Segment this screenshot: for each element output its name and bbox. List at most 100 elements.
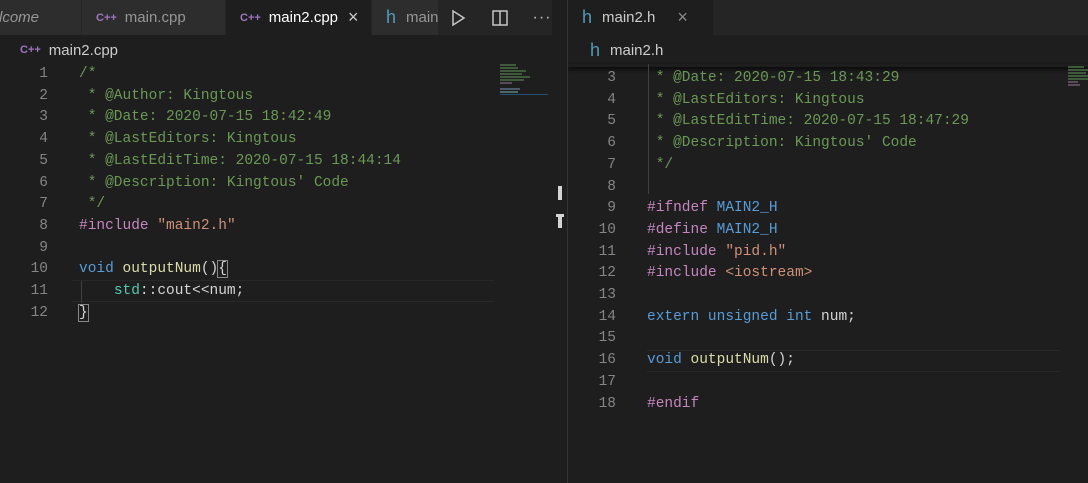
code-text: * @Description: Kingtous' Code (79, 173, 349, 195)
code-token: outputNum (690, 352, 769, 369)
code-line[interactable]: 10 void outputNum(){ (0, 259, 552, 281)
code-text: #include "main2.h" (79, 216, 236, 238)
split-editor-icon[interactable] (490, 8, 510, 28)
code-line[interactable]: 17 (568, 372, 1088, 394)
tab-label: main.cpp (124, 9, 186, 26)
run-icon[interactable] (448, 8, 468, 28)
code-line[interactable]: 16 void outputNum(); (568, 350, 1088, 372)
line-number: 4 (39, 131, 48, 148)
line-number: 5 (39, 152, 48, 169)
line-number: 12 (30, 304, 48, 321)
code-line[interactable]: 11 std::cout<<num; (0, 281, 552, 303)
minimap[interactable] (500, 64, 548, 96)
tab-main2-h[interactable]: h main2.h × (568, 0, 714, 35)
more-actions-icon[interactable]: ··· (532, 8, 552, 28)
code-text: */ (79, 194, 105, 216)
code-text: extern unsigned int num; (647, 307, 856, 329)
code-line[interactable]: 14 extern unsigned int num; (568, 307, 1088, 329)
code-line[interactable]: 2 * @Author: Kingtous (0, 86, 552, 108)
left-editor-group: lcome C++ main.cpp C++ main2.cpp × h mai… (0, 0, 552, 483)
code-token: #ifndef (647, 200, 717, 217)
code-text: std::cout<<num; (79, 281, 245, 303)
line-number: 9 (39, 239, 48, 256)
code-line[interactable]: 7 */ (568, 155, 1088, 177)
tab-main-cpp[interactable]: C++ main.cpp (82, 0, 226, 35)
code-token: * @LastEditors: Kingtous (79, 131, 297, 148)
code-line[interactable]: 13 (568, 285, 1088, 307)
line-number: 7 (39, 196, 48, 213)
code-token: #include (647, 243, 726, 260)
code-editor[interactable]: 3 * @Date: 2020-07-15 18:43:29 4 * @LastE… (568, 64, 1088, 483)
line-number: 10 (30, 261, 48, 278)
code-token: ::cout<<num; (139, 283, 245, 299)
code-line[interactable]: 9 (0, 238, 552, 260)
code-text: * @Description: Kingtous' Code (647, 133, 917, 155)
breadcrumb: h main2.h (568, 35, 1088, 65)
code-token: num; (812, 308, 856, 325)
line-number: 2 (39, 87, 48, 104)
code-line[interactable]: 1 /* (0, 64, 552, 86)
code-line[interactable]: 4 * @LastEditors: Kingtous (568, 90, 1088, 112)
code-line[interactable]: 3 * @Date: 2020-07-15 18:43:29 (568, 68, 1088, 90)
code-line[interactable]: 9 #ifndef MAIN2_H (568, 198, 1088, 220)
code-token: std (113, 283, 140, 299)
code-editor[interactable]: 1/* 2 * @Author: Kingtous 3 * @Date: 2020-… (0, 64, 552, 483)
code-token: #include (79, 217, 158, 234)
code-token: () (200, 261, 219, 278)
code-token: unsigned (707, 308, 778, 325)
close-icon[interactable]: × (348, 7, 359, 28)
header-file-icon: h (582, 7, 593, 27)
code-line[interactable]: 4 * @LastEditors: Kingtous (0, 129, 552, 151)
close-icon[interactable]: × (677, 7, 688, 28)
line-number: 7 (607, 156, 616, 173)
line-number: 18 (598, 395, 616, 412)
code-text: void outputNum(){ (79, 259, 228, 281)
line-number: 14 (598, 308, 616, 325)
breadcrumb-label[interactable]: main2.h (610, 42, 663, 59)
line-number: 16 (598, 352, 616, 369)
code-line[interactable]: 3 * @Date: 2020-07-15 18:42:49 (0, 107, 552, 129)
code-token: "pid.h" (725, 243, 787, 260)
code-token: * @LastEditTime: 2020-07-15 18:47:29 (647, 113, 969, 130)
code-token: * @LastEditors: Kingtous (647, 91, 865, 108)
split-sash[interactable] (552, 0, 568, 483)
tab-label: main2.cpp (268, 9, 339, 26)
tab-main2-cpp[interactable]: C++ main2.cpp × (226, 0, 372, 35)
code-line[interactable]: 12 #include <iostream> (568, 263, 1088, 285)
line-number: 6 (39, 174, 48, 191)
code-text: #endif (647, 394, 699, 416)
code-token: void (647, 352, 682, 369)
code-text: #include "pid.h" (647, 242, 786, 264)
code-line[interactable]: 5 * @LastEditTime: 2020-07-15 18:47:29 (568, 111, 1088, 133)
code-token: */ (647, 156, 674, 173)
line-number: 9 (607, 200, 616, 217)
code-line[interactable]: 6 * @Description: Kingtous' Code (568, 133, 1088, 155)
left-tab-bar: lcome C++ main.cpp C++ main2.cpp × h mai… (0, 0, 552, 35)
code-line[interactable]: 8 (568, 177, 1088, 199)
code-line[interactable]: 7 */ (0, 194, 552, 216)
minimap[interactable] (1068, 66, 1088, 87)
code-text: } (78, 303, 89, 325)
code-text: * @Date: 2020-07-15 18:43:29 (647, 68, 900, 90)
code-line[interactable]: 5 * @LastEditTime: 2020-07-15 18:44:14 (0, 151, 552, 173)
code-text: * @LastEditTime: 2020-07-15 18:44:14 (79, 151, 401, 173)
code-line[interactable]: 15 (568, 328, 1088, 350)
code-token: outputNum (122, 261, 201, 278)
right-tab-bar: h main2.h × (568, 0, 1088, 35)
code-line[interactable]: 8 #include "main2.h" (0, 216, 552, 238)
code-line[interactable]: 11 #include "pid.h" (568, 242, 1088, 264)
code-line[interactable]: 18 #endif (568, 394, 1088, 416)
right-editor-group: h main2.h × h main2.h 3 * @Date: 2020-07… (568, 0, 1088, 483)
breadcrumb-label[interactable]: main2.cpp (49, 42, 118, 59)
tab-welcome[interactable]: lcome (0, 0, 82, 35)
code-line[interactable]: 10 #define MAIN2_H (568, 220, 1088, 242)
line-number: 15 (598, 330, 616, 347)
code-line[interactable]: 6 * @Description: Kingtous' Code (0, 173, 552, 195)
header-file-icon: h (590, 39, 601, 60)
cpp-file-icon: C++ (96, 11, 117, 24)
code-line[interactable]: 12} (0, 303, 552, 325)
